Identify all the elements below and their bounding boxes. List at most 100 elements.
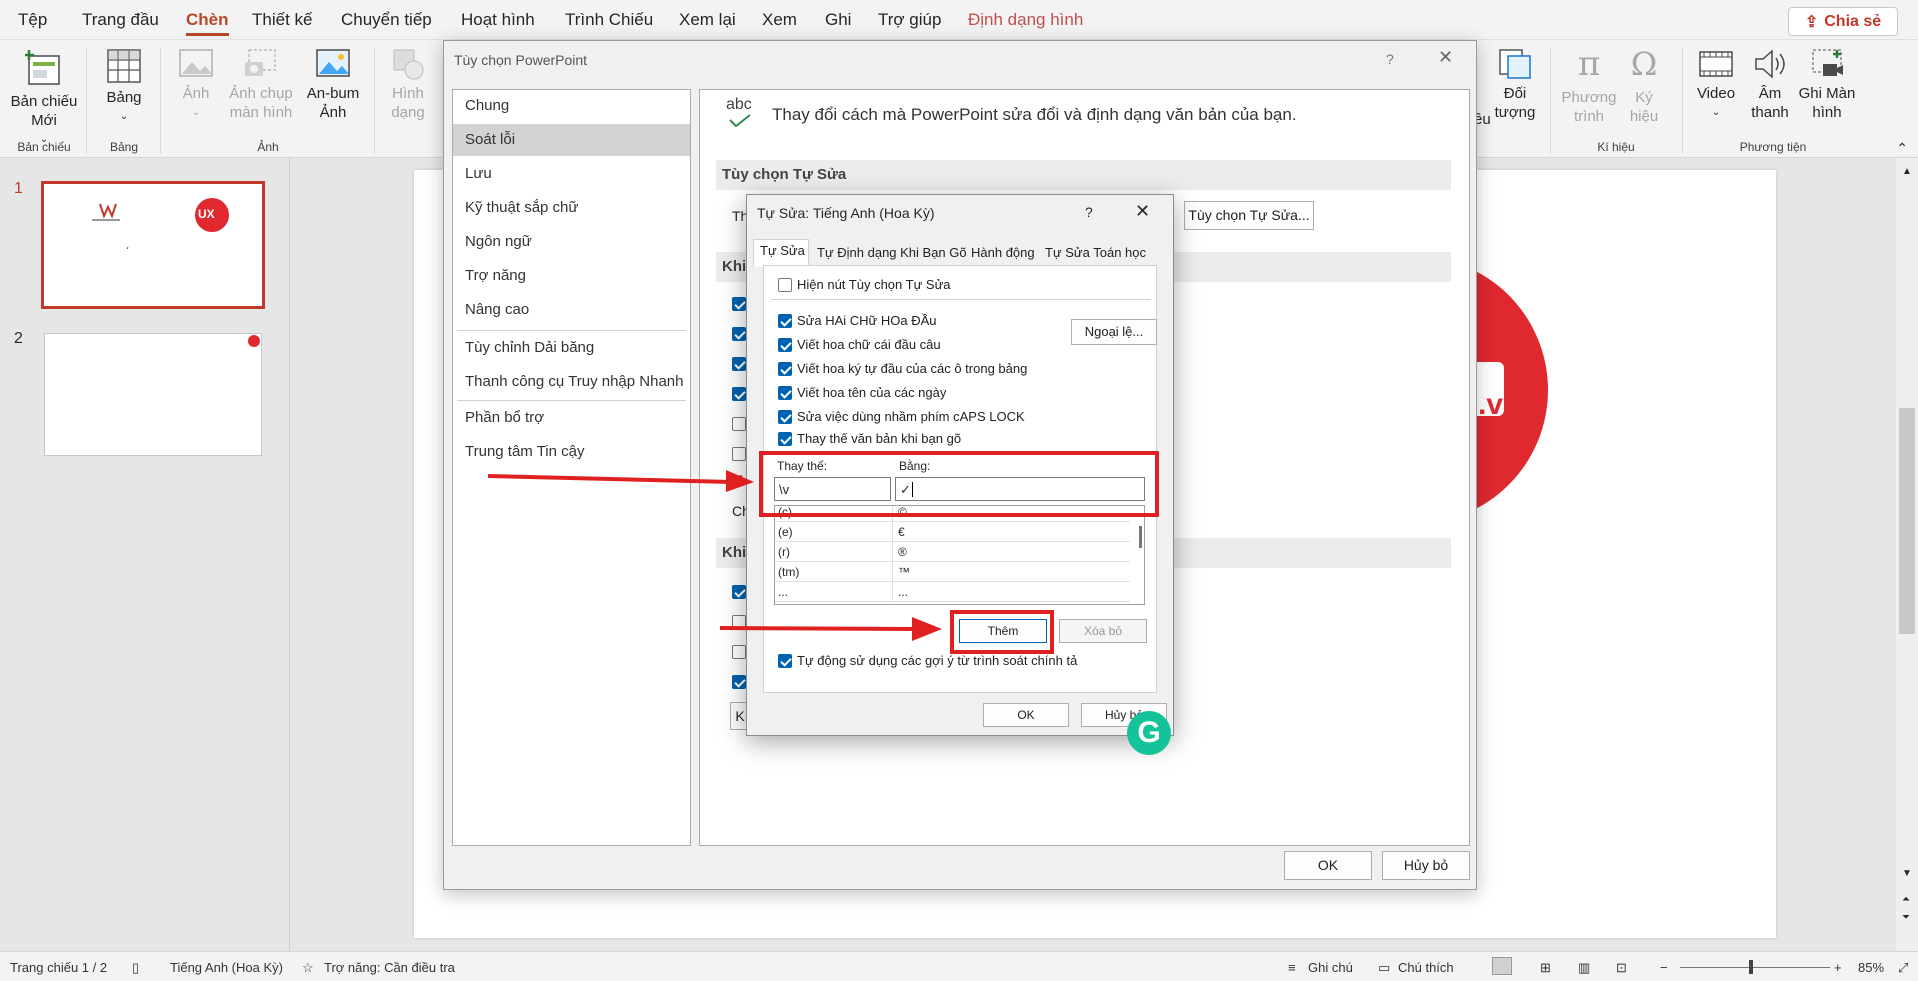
nav-item-typography[interactable]: Kỹ thuật sắp chữ	[453, 192, 690, 224]
reading-view-icon[interactable]: ▥	[1578, 960, 1590, 976]
option-checkbox[interactable]	[732, 327, 746, 341]
slideshow-icon[interactable]: ⊡	[1616, 960, 1627, 976]
list-scroll-thumb[interactable]	[1139, 526, 1142, 548]
slide-thumbnail-1[interactable]: UX	[41, 181, 265, 309]
slide-thumbnail-2[interactable]	[44, 333, 262, 456]
checkbox[interactable]	[778, 362, 792, 376]
tab-help[interactable]: Trợ giúp	[878, 10, 941, 30]
next-slide-icon[interactable]: ⏷	[1902, 912, 1910, 923]
option-checkbox[interactable]	[732, 417, 746, 431]
ok-button[interactable]: OK	[983, 703, 1069, 727]
caps-lock-option[interactable]: Sửa việc dùng nhầm phím cAPS LOCK	[778, 409, 1025, 424]
zoom-out-icon[interactable]: −	[1660, 960, 1668, 975]
checkbox[interactable]	[778, 338, 792, 352]
scroll-down-icon[interactable]: ▼	[1902, 868, 1912, 879]
tab-view[interactable]: Xem	[762, 10, 797, 30]
spellcheck-icon[interactable]: ▯	[132, 960, 139, 976]
accessibility-status[interactable]: Trợ năng: Cần điều tra	[324, 960, 455, 975]
replace-text-option[interactable]: Thay thế văn bản khi bạn gõ	[778, 431, 961, 446]
tab-transitions[interactable]: Chuyển tiếp	[341, 10, 432, 30]
replacement-row[interactable]: (tm) ™	[775, 562, 1130, 582]
normal-view-icon[interactable]	[1492, 957, 1512, 975]
tab-record[interactable]: Ghi	[825, 10, 851, 30]
tab-autocorrect[interactable]: Tự Sửa	[760, 243, 805, 258]
grammarly-icon[interactable]: G	[1127, 711, 1171, 755]
notes-button[interactable]: Ghi chú	[1308, 960, 1353, 975]
exceptions-button[interactable]: Ngoại lệ...	[1071, 319, 1157, 345]
show-buttons-option[interactable]: Hiện nút Tùy chọn Tự Sửa	[778, 277, 951, 292]
tab-shape-format[interactable]: Định dạng hình	[968, 10, 1083, 30]
capitalize-table-cells-option[interactable]: Viết hoa ký tự đầu của các ô trong bảng	[778, 361, 1027, 376]
replacement-row[interactable]: ......	[775, 582, 1130, 602]
checkbox[interactable]	[778, 432, 792, 446]
nav-item-general[interactable]: Chung	[453, 90, 690, 122]
tab-actions[interactable]: Hành động	[971, 245, 1035, 260]
checkbox[interactable]	[778, 410, 792, 424]
scroll-up-icon[interactable]: ▲	[1902, 166, 1912, 177]
screenshot-button[interactable]: Ảnh chụp màn hình	[224, 48, 298, 122]
option-checkbox[interactable]	[732, 645, 746, 659]
vertical-scrollbar[interactable]: ▲ ▼ ⏶ ⏷	[1896, 158, 1918, 958]
photo-album-button[interactable]: An-bum Ảnh	[298, 48, 368, 122]
tab-math-autocorrect[interactable]: Tự Sửa Toán học	[1045, 245, 1146, 260]
replacement-list[interactable]: (c) © (e) € (r) ® (tm) ™......	[774, 505, 1145, 605]
screen-recording-button[interactable]: Ghi Màn hình	[1796, 48, 1858, 122]
tab-slideshow[interactable]: Trình Chiếu	[565, 10, 653, 30]
share-button[interactable]: ⇪ Chia sẻ	[1788, 7, 1898, 36]
symbol-button[interactable]: Ω Ký hiệu	[1622, 48, 1666, 126]
shapes-button[interactable]: Hình dạng	[380, 48, 436, 122]
capitalize-days-option[interactable]: Viết hoa tên của các ngày	[778, 385, 946, 400]
option-checkbox[interactable]	[732, 675, 746, 689]
nav-item-save[interactable]: Lưu	[453, 158, 690, 190]
nav-item-advanced[interactable]: Nâng cao	[453, 294, 690, 326]
tab-animations[interactable]: Hoạt hình	[461, 10, 535, 30]
accessibility-icon[interactable]: ☆	[302, 960, 314, 976]
option-checkbox[interactable]	[732, 447, 746, 461]
audio-button[interactable]: Âm thanh	[1744, 48, 1796, 122]
language-status[interactable]: Tiếng Anh (Hoa Kỳ)	[170, 960, 283, 975]
equation-button[interactable]: π Phương trình	[1556, 47, 1622, 126]
tab-autoformat[interactable]: Tự Định dạng Khi Bạn Gõ	[817, 245, 967, 260]
capitalize-sentence-option[interactable]: Viết hoa chữ cái đầu câu	[778, 337, 941, 352]
replacement-row[interactable]: (e) €	[775, 522, 1130, 542]
prev-slide-icon[interactable]: ⏶	[1902, 894, 1910, 905]
slide-sorter-icon[interactable]: ⊞	[1540, 960, 1551, 976]
tab-design[interactable]: Thiết kế	[252, 10, 312, 30]
notes-icon[interactable]: ≡	[1288, 960, 1296, 975]
picture-button[interactable]: Ảnh ⌄	[168, 48, 224, 122]
zoom-slider[interactable]	[1680, 967, 1830, 968]
delete-button[interactable]: Xóa bỏ	[1059, 619, 1147, 643]
option-checkbox[interactable]	[732, 297, 746, 311]
nav-item-accessibility[interactable]: Trợ năng	[453, 260, 690, 292]
comments-button[interactable]: Chú thích	[1398, 960, 1454, 975]
object-button[interactable]: Đối tượng	[1484, 48, 1546, 122]
checkbox[interactable]	[778, 278, 792, 292]
autocorrect-options-button[interactable]: Tùy chọn Tự Sửa...	[1184, 201, 1314, 230]
two-initial-caps-option[interactable]: Sửa HAi CHữ HOa ĐẦu	[778, 313, 937, 328]
tab-file[interactable]: Tệp	[18, 10, 47, 30]
checkbox[interactable]	[778, 654, 792, 668]
auto-suggest-option[interactable]: Tự động sử dụng các gợi ý từ trình soát …	[778, 653, 1077, 668]
scroll-thumb[interactable]	[1899, 408, 1915, 634]
nav-item-customize-ribbon[interactable]: Tùy chỉnh Dải băng	[453, 332, 690, 364]
nav-item-addins[interactable]: Phần bổ trợ	[453, 402, 690, 434]
fit-to-window-icon[interactable]: ⤢	[1898, 960, 1908, 976]
checkbox[interactable]	[778, 386, 792, 400]
replacement-row[interactable]: (r) ®	[775, 542, 1130, 562]
checkbox[interactable]	[778, 314, 792, 328]
help-button[interactable]: ?	[1386, 51, 1394, 67]
cancel-button[interactable]: Hủy bỏ	[1382, 851, 1470, 880]
nav-item-proofing[interactable]: Soát lỗi	[453, 124, 690, 156]
nav-item-quick-access[interactable]: Thanh công cụ Truy nhập Nhanh	[453, 366, 690, 398]
tab-home[interactable]: Trang đầu	[82, 10, 159, 30]
help-button[interactable]: ?	[1085, 204, 1093, 220]
tab-insert[interactable]: Chèn	[186, 10, 229, 36]
tab-review[interactable]: Xem lại	[679, 10, 736, 30]
comments-icon[interactable]: ▭	[1378, 960, 1390, 976]
collapse-ribbon-icon[interactable]: ⌃	[1896, 140, 1908, 157]
option-checkbox[interactable]	[732, 387, 746, 401]
video-button[interactable]: Video ⌄	[1688, 48, 1744, 122]
option-checkbox[interactable]	[732, 585, 746, 599]
option-checkbox[interactable]	[732, 357, 746, 371]
zoom-in-icon[interactable]: +	[1834, 960, 1842, 975]
